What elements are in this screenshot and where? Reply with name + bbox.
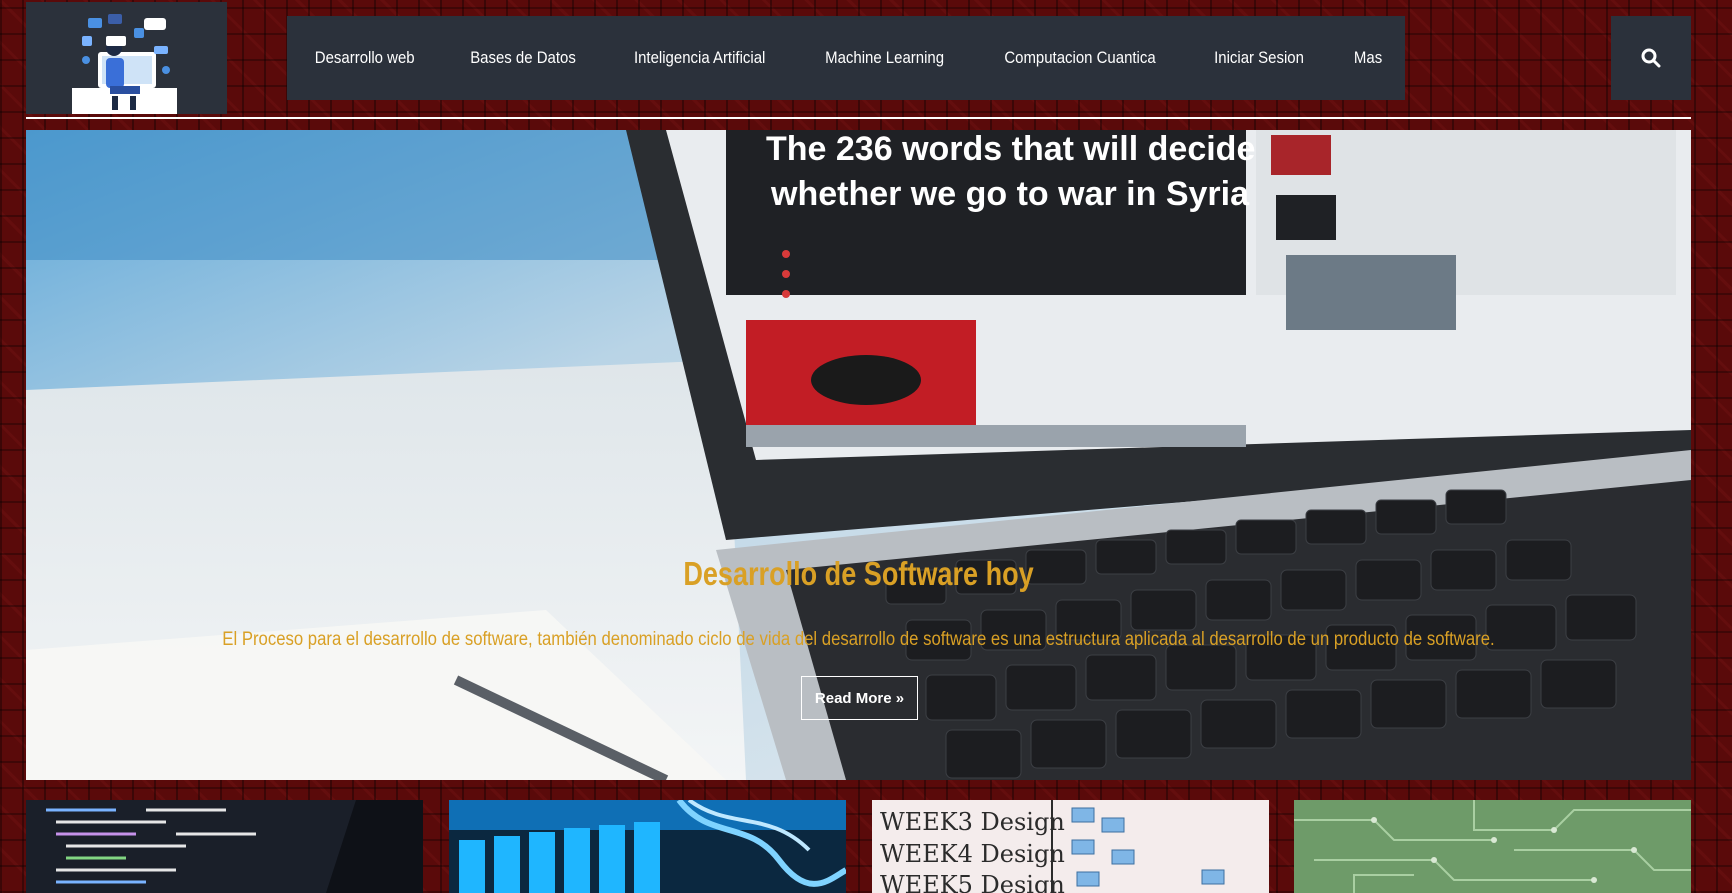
hero-description: El Proceso para el desarrollo de softwar… xyxy=(222,629,1495,650)
search-icon xyxy=(1641,48,1661,68)
nav-item-iniciar-sesion[interactable]: Iniciar Sesion xyxy=(1214,48,1304,68)
code-editor-photo-icon xyxy=(26,800,423,893)
hero-slider: The 236 words that will decide whether w… xyxy=(26,130,1691,780)
server-cables-photo-icon xyxy=(449,800,846,893)
header-divider xyxy=(26,117,1691,119)
hero-title: Desarrollo de Software hoy xyxy=(683,555,1034,592)
nav-item-machine-learning[interactable]: Machine Learning xyxy=(825,48,944,68)
nav-item-mas[interactable]: Mas xyxy=(1354,48,1382,68)
developer-illustration-icon xyxy=(72,14,177,114)
nav-item-computacion-cuantica[interactable]: Computacion Cuantica xyxy=(1004,48,1155,68)
thumbnail-code[interactable] xyxy=(26,800,423,893)
nav-item-desarrollo-web[interactable]: Desarrollo web xyxy=(315,48,415,68)
main-nav: Desarrollo web Bases de Datos Inteligenc… xyxy=(287,16,1405,100)
site-logo[interactable] xyxy=(26,2,227,114)
read-more-button[interactable]: Read More » xyxy=(801,676,918,720)
whiteboard-week4: WEEK4 Design xyxy=(880,840,1065,868)
whiteboard-week3: WEEK3 Design xyxy=(880,808,1065,836)
whiteboard-week5: WEEK5 Design xyxy=(880,871,1065,893)
nav-item-inteligencia-artificial[interactable]: Inteligencia Artificial xyxy=(634,48,765,68)
thumbnail-whiteboard[interactable]: WEEK3 Design WEEK4 Design WEEK5 Design xyxy=(872,800,1269,893)
nav-item-bases-de-datos[interactable]: Bases de Datos xyxy=(471,48,577,68)
whiteboard-weeks-photo-icon: WEEK3 Design WEEK4 Design WEEK5 Design xyxy=(872,800,1269,893)
thumbnail-servers[interactable] xyxy=(449,800,846,893)
screen-headline-1: The 236 words that will decide xyxy=(766,130,1255,168)
thumbnail-circuit[interactable] xyxy=(1294,800,1691,893)
circuit-board-photo-icon xyxy=(1294,800,1691,893)
search-button[interactable] xyxy=(1611,16,1691,100)
screen-headline-2: whether we go to war in Syria xyxy=(770,175,1250,213)
